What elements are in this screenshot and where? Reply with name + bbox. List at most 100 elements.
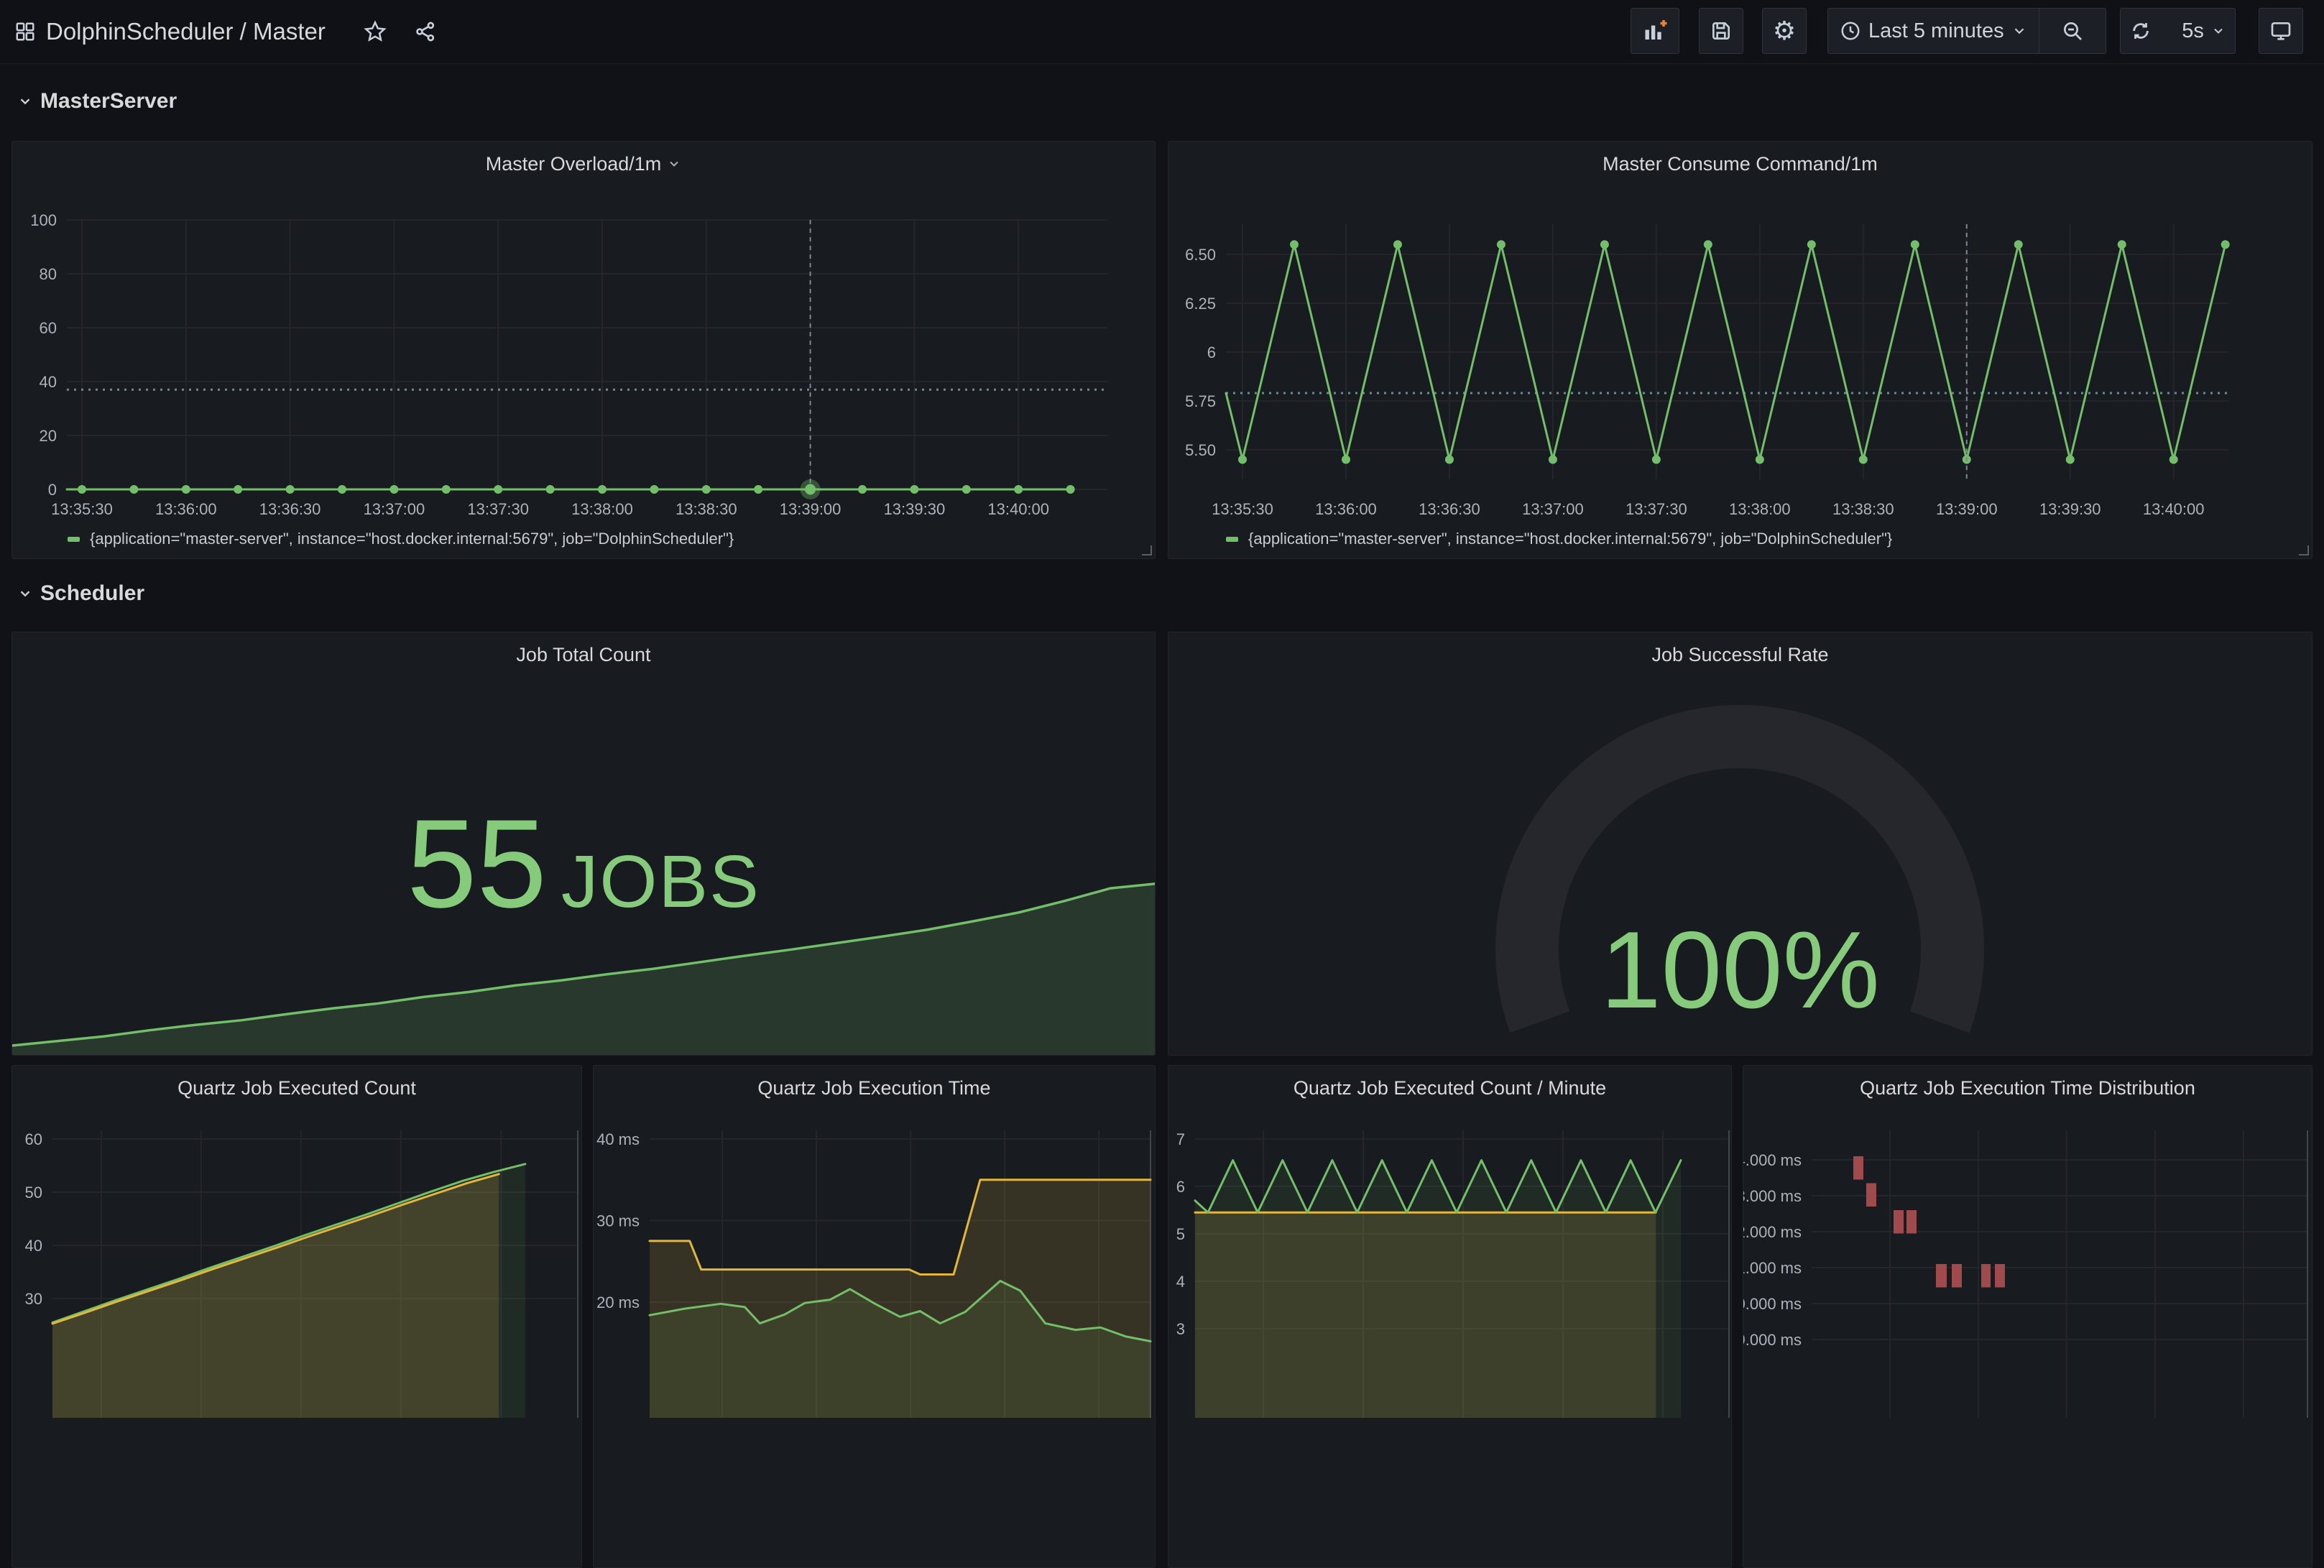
panel-title-text: Job Successful Rate	[1651, 644, 1828, 666]
cycle-view-mode-button[interactable]	[2259, 8, 2303, 54]
gauge-value: 100%	[1168, 916, 2312, 1024]
svg-text:13:39:30: 13:39:30	[884, 500, 946, 518]
svg-text:5.50: 5.50	[1185, 441, 1216, 459]
panel-title-job-rate[interactable]: Job Successful Rate	[1168, 638, 2312, 671]
gear-icon: ⚙	[1773, 18, 1796, 44]
svg-text:13:38:00: 13:38:00	[571, 500, 633, 518]
svg-text:5: 5	[1176, 1225, 1185, 1243]
svg-text:13:36:30: 13:36:30	[259, 500, 321, 518]
svg-text:13:36:00: 13:36:00	[1315, 500, 1377, 518]
save-dashboard-button[interactable]	[1699, 8, 1743, 54]
refresh-group: 5s	[2120, 8, 2236, 54]
panel-title-q-dist[interactable]: Quartz Job Execution Time Distribution	[1743, 1071, 2312, 1104]
add-panel-button[interactable]	[1631, 8, 1679, 54]
panel-title-text: Quartz Job Executed Count / Minute	[1294, 1077, 1606, 1099]
section-label: MasterServer	[40, 89, 177, 114]
svg-text:13:39:00: 13:39:00	[780, 500, 841, 518]
dashboards-grid-icon[interactable]	[13, 0, 37, 63]
svg-text:7: 7	[1176, 1130, 1185, 1148]
refresh-interval-picker[interactable]: 5s	[2163, 9, 2237, 53]
panel-title-master-consume[interactable]: Master Consume Command/1m	[1168, 147, 2312, 180]
svg-text:40: 40	[25, 1237, 42, 1255]
svg-text:13:37:00: 13:37:00	[1522, 500, 1584, 518]
panel-title-job-total[interactable]: Job Total Count	[12, 638, 1155, 671]
svg-text:31.000 ms: 31.000 ms	[1743, 1259, 1802, 1277]
svg-text:60: 60	[25, 1130, 42, 1148]
clock-icon	[1840, 20, 1861, 42]
zoom-out-button[interactable]	[2039, 9, 2106, 53]
svg-text:5.75: 5.75	[1185, 392, 1216, 410]
svg-text:60: 60	[40, 319, 57, 337]
svg-text:6.25: 6.25	[1185, 295, 1216, 313]
svg-text:30.000 ms: 30.000 ms	[1743, 1295, 1802, 1313]
legend-swatch	[68, 537, 80, 542]
time-range-label: Last 5 minutes	[1868, 19, 2004, 43]
svg-text:20 ms: 20 ms	[596, 1293, 640, 1311]
svg-text:6: 6	[1207, 343, 1216, 361]
legend-item[interactable]: {application="master-server", instance="…	[68, 530, 734, 548]
svg-text:3: 3	[1176, 1320, 1185, 1338]
svg-text:13:36:30: 13:36:30	[1419, 500, 1480, 518]
panel-menu-caret-icon	[667, 157, 681, 171]
panel-title-text: Master Consume Command/1m	[1603, 153, 1878, 175]
panel-title-q-minute[interactable]: Quartz Job Executed Count / Minute	[1168, 1071, 1731, 1104]
section-label: Scheduler	[40, 581, 144, 606]
chart-master-consume[interactable]: 5.505.7566.256.5013:35:3013:36:0013:36:3…	[1168, 142, 2313, 559]
refresh-icon	[2130, 20, 2152, 42]
legend-item[interactable]: {application="master-server", instance="…	[1226, 530, 1892, 548]
svg-text:32.000 ms: 32.000 ms	[1743, 1223, 1802, 1241]
panel-resize-handle[interactable]	[2299, 545, 2309, 555]
svg-text:33.000 ms: 33.000 ms	[1743, 1187, 1802, 1205]
add-panel-icon	[1642, 18, 1668, 44]
time-range-picker[interactable]: Last 5 minutes	[1828, 9, 2039, 53]
chart-quartz-executed-count[interactable]: 60504030	[12, 1066, 582, 1568]
monitor-icon	[2269, 19, 2292, 42]
dashboard-settings-button[interactable]: ⚙	[1762, 8, 1807, 54]
svg-text:34.000 ms: 34.000 ms	[1743, 1151, 1802, 1169]
legend-label: {application="master-server", instance="…	[1248, 530, 1892, 548]
breadcrumb[interactable]: DolphinScheduler / Master	[46, 0, 326, 63]
section-masterserver[interactable]: MasterServer	[17, 89, 177, 114]
svg-text:13:39:30: 13:39:30	[2039, 500, 2101, 518]
panel-title-text: Quartz Job Execution Time Distribution	[1860, 1077, 2195, 1099]
svg-text:40 ms: 40 ms	[596, 1130, 640, 1148]
panel-title-text: Job Total Count	[516, 644, 650, 666]
chart-master-overload[interactable]: 02040608010013:35:3013:36:0013:36:3013:3…	[12, 142, 1156, 559]
panel-title-q-count[interactable]: Quartz Job Executed Count	[12, 1071, 581, 1104]
legend-swatch	[1226, 537, 1238, 542]
panel-quartz-execution-time: Quartz Job Execution Time 40 ms 30 ms 20 m…	[593, 1065, 1156, 1568]
chevron-down-icon	[17, 586, 33, 601]
panel-master-overload: Master Overload/1m 02040608010013:35:301…	[11, 141, 1156, 559]
panel-title-q-time[interactable]: Quartz Job Execution Time	[594, 1071, 1155, 1104]
svg-text:6.50: 6.50	[1185, 246, 1216, 264]
chart-quartz-count-per-minute[interactable]: 76543	[1168, 1066, 1732, 1568]
section-scheduler[interactable]: Scheduler	[17, 581, 144, 606]
panel-quartz-executed-count: Quartz Job Executed Count 60504030	[11, 1065, 582, 1568]
share-icon[interactable]	[410, 0, 441, 63]
chevron-down-icon	[17, 93, 33, 109]
chevron-down-icon	[2011, 23, 2027, 39]
svg-text:13:36:00: 13:36:00	[155, 500, 217, 518]
panel-job-total-count: Job Total Count 55 JOBS	[11, 632, 1156, 1056]
stat-value: 55	[407, 801, 547, 927]
svg-text:13:38:30: 13:38:30	[675, 500, 737, 518]
svg-text:20: 20	[40, 427, 57, 445]
top-nav-bar: DolphinScheduler / Master ⚙	[0, 0, 2324, 64]
svg-text:30 ms: 30 ms	[596, 1212, 640, 1230]
refresh-button[interactable]	[2118, 9, 2163, 53]
svg-text:13:37:30: 13:37:30	[467, 500, 529, 518]
chart-quartz-time-distribution[interactable]: 34.000 ms 33.000 ms 32.000 ms 31.000 ms 30.0…	[1743, 1066, 2313, 1568]
panel-resize-handle[interactable]	[1142, 545, 1152, 555]
svg-text:13:35:30: 13:35:30	[51, 500, 113, 518]
chart-quartz-execution-time[interactable]: 40 ms 30 ms 20 ms	[594, 1066, 1156, 1568]
panel-title-master-overload[interactable]: Master Overload/1m	[12, 147, 1155, 180]
svg-text:13:39:00: 13:39:00	[1936, 500, 1998, 518]
svg-text:13:37:00: 13:37:00	[364, 500, 425, 518]
panel-quartz-time-distribution: Quartz Job Execution Time Distribution 3…	[1743, 1065, 2313, 1568]
star-icon[interactable]	[359, 0, 391, 63]
time-picker-group: Last 5 minutes	[1827, 8, 2106, 54]
svg-text:40: 40	[40, 373, 57, 391]
chevron-down-icon	[2211, 24, 2226, 38]
svg-text:30: 30	[25, 1290, 42, 1308]
svg-text:4: 4	[1176, 1273, 1185, 1291]
